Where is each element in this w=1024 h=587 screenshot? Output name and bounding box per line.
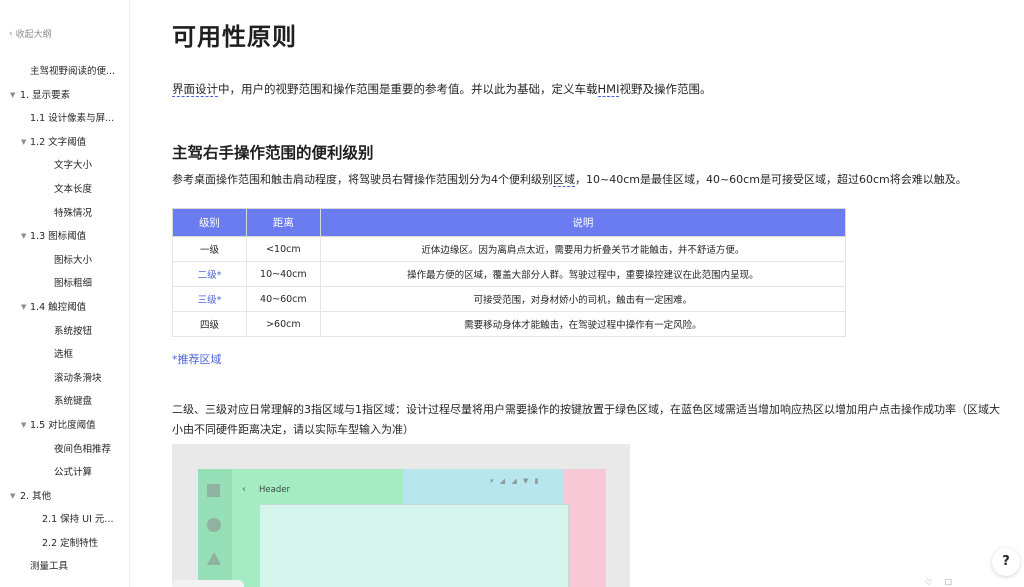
outline-item-label: 夜间色相推荐 bbox=[54, 443, 112, 455]
table-cell: 可接受范围，对身材娇小的司机，触击有一定困难。 bbox=[319, 286, 847, 312]
table-cell: 三级* bbox=[172, 286, 247, 312]
outline-item[interactable]: 测量工具 bbox=[0, 555, 129, 579]
table-cell: >60cm bbox=[245, 311, 321, 337]
caret-down-icon[interactable]: ▼ bbox=[21, 225, 26, 249]
zone-paragraph: 二级、三级对应日常理解的3指区域与1指区域：设计过程尽量将用户需要操作的按键放置… bbox=[172, 403, 1000, 436]
column-header: 距离 bbox=[245, 208, 321, 237]
outline-item-label: 2.1 保持 UI 元... bbox=[42, 514, 114, 526]
outline-item[interactable]: ▼ 2. 其他 bbox=[0, 485, 129, 509]
table-cell: 需要移动身体才能触击，在驾驶过程中操作有一定风险。 bbox=[319, 311, 847, 337]
intro-paragraph: 界面设计中，用户的视野范围和操作范围是重要的参考值。并以此为基础，定义车载HMI… bbox=[172, 82, 712, 97]
outline-item[interactable]: 文字大小 bbox=[0, 154, 129, 178]
outline-item-label: 系统按钮 bbox=[54, 325, 93, 337]
outline-item-label: 测量工具 bbox=[30, 561, 69, 573]
square-icon bbox=[207, 484, 220, 497]
table-cell: 40~60cm bbox=[245, 286, 321, 312]
table-cell: 操作最方便的区域，覆盖大部分人群。驾驶过程中，重要操控建议在此范围内呈现。 bbox=[319, 261, 847, 287]
caret-down-icon[interactable]: ▼ bbox=[21, 414, 26, 438]
table-cell: 一级 bbox=[172, 236, 247, 262]
recommended-note: *推荐区域 bbox=[172, 353, 222, 366]
outline-item[interactable]: ▼ 1.2 文字阈值 bbox=[0, 131, 129, 155]
table-cell: 四级 bbox=[172, 311, 247, 337]
outline-sidebar: ‹ 收起大纲 主驾视野阅读的便... ▼ 1. 显示要素 1.1 设计像素与屏... ▼… bbox=[0, 0, 130, 587]
outline-item-label: 1.4 触控阈值 bbox=[30, 301, 87, 313]
outline-item-label: 公式计算 bbox=[54, 467, 93, 479]
tag-pill[interactable] bbox=[172, 580, 244, 587]
outline-item-label: 图标大小 bbox=[54, 254, 93, 266]
stats-icons: ♡ ☐ bbox=[925, 578, 953, 587]
outline-item[interactable]: 1.1 设计像素与屏... bbox=[0, 107, 129, 131]
comment-highlight[interactable]: 区域 bbox=[553, 173, 575, 187]
outline-item-label: 1.2 文字阈值 bbox=[30, 136, 87, 148]
collapse-outline-button[interactable]: ‹ 收起大纲 bbox=[9, 27, 52, 41]
triangle-icon bbox=[207, 552, 221, 565]
outline-item[interactable]: 滚动条滑块 bbox=[0, 367, 129, 391]
outline-item-label: 系统键盘 bbox=[54, 396, 93, 408]
outline-item[interactable]: ▼ 1. 显示要素 bbox=[0, 84, 129, 108]
outline-item-label: 2.2 定制特性 bbox=[42, 537, 99, 549]
comment-highlight[interactable]: 界面设计 bbox=[172, 82, 218, 97]
table-cell: <10cm bbox=[245, 236, 321, 262]
convenience-level-table: 级别 距离 说明 一级 <10cm 近体边缘区。因为离肩点太近，需要用力折叠关节才能… bbox=[172, 208, 847, 337]
outline-list: 主驾视野阅读的便... ▼ 1. 显示要素 1.1 设计像素与屏... ▼ 1.2 文字阈… bbox=[0, 60, 129, 579]
collapse-outline-label: 收起大纲 bbox=[15, 30, 52, 40]
table-cell: 10~40cm bbox=[245, 261, 321, 287]
outline-item-label: 图标粗细 bbox=[54, 278, 93, 290]
outline-item-label: 特殊情况 bbox=[54, 207, 93, 219]
help-button[interactable]: ? bbox=[992, 548, 1020, 576]
table-header-row: 级别 距离 说明 bbox=[172, 208, 847, 237]
caret-down-icon[interactable]: ▼ bbox=[10, 485, 15, 509]
back-arrow-icon: ‹ bbox=[242, 484, 246, 495]
circle-icon bbox=[207, 518, 221, 532]
outline-item[interactable]: 2.1 保持 UI 元... bbox=[0, 508, 129, 532]
comment-highlight[interactable]: HMI bbox=[597, 82, 620, 97]
column-header: 说明 bbox=[319, 208, 847, 237]
outline-item[interactable]: 2.2 定制特性 bbox=[0, 532, 129, 556]
section-heading: 主驾右手操作范围的便利级别 bbox=[172, 144, 374, 162]
operation-zone-figure: ‹ Header ▾ ◢ ◢ ▼ ▮ bbox=[172, 444, 630, 587]
page-title: 可用性原则 bbox=[172, 23, 297, 51]
column-header: 级别 bbox=[172, 208, 247, 237]
figure-content-panel bbox=[259, 504, 569, 587]
caret-down-icon[interactable]: ▼ bbox=[10, 84, 15, 108]
outline-item[interactable]: 系统键盘 bbox=[0, 390, 129, 414]
figure-header-label: Header bbox=[259, 485, 290, 495]
outline-item[interactable]: ▼ 1.5 对比度阈值 bbox=[0, 414, 129, 438]
table-cell: 二级* bbox=[172, 261, 247, 287]
outline-item[interactable]: ▼ 1.4 触控阈值 bbox=[0, 296, 129, 320]
outline-item[interactable]: 选框 bbox=[0, 343, 129, 367]
table-row: 四级 >60cm 需要移动身体才能触击，在驾驶过程中操作有一定风险。 bbox=[172, 311, 847, 337]
table-cell: 近体边缘区。因为离肩点太近，需要用力折叠关节才能触击，并不舒适方便。 bbox=[319, 236, 847, 262]
table-row: 一级 <10cm 近体边缘区。因为离肩点太近，需要用力折叠关节才能触击，并不舒适方便… bbox=[172, 236, 847, 262]
outline-item-label: 1. 显示要素 bbox=[20, 89, 71, 101]
outline-item[interactable]: 图标粗细 bbox=[0, 272, 129, 296]
outline-item-label: 文本长度 bbox=[54, 183, 93, 195]
caret-down-icon[interactable]: ▼ bbox=[21, 296, 26, 320]
table-row: 二级* 10~40cm 操作最方便的区域，覆盖大部分人群。驾驶过程中，重要操控建议在… bbox=[172, 261, 847, 287]
outline-item-label: 主驾视野阅读的便... bbox=[30, 66, 116, 77]
chevron-left-icon: ‹ bbox=[9, 28, 13, 39]
outline-item[interactable]: 特殊情况 bbox=[0, 202, 129, 226]
outline-item[interactable]: 图标大小 bbox=[0, 249, 129, 273]
outline-item-label: 1.3 图标阈值 bbox=[30, 231, 87, 243]
outline-item[interactable]: 系统按钮 bbox=[0, 320, 129, 344]
section-paragraph: 参考桌面操作范围和触击肩动程度，将驾驶员右臂操作范围划分为4个便利级别区域，10… bbox=[172, 173, 967, 187]
outline-item[interactable]: 公式计算 bbox=[0, 461, 129, 485]
outline-item-label: 文字大小 bbox=[54, 160, 93, 172]
outline-item-label: 1.1 设计像素与屏... bbox=[30, 113, 115, 125]
outline-item[interactable]: 主驾视野阅读的便... bbox=[0, 60, 129, 84]
outline-item[interactable]: ▼ 1.3 图标阈值 bbox=[0, 225, 129, 249]
outline-item-label: 滚动条滑块 bbox=[54, 372, 102, 384]
table-row: 三级* 40~60cm 可接受范围，对身材娇小的司机，触击有一定困难。 bbox=[172, 286, 847, 312]
outline-item-label: 1.5 对比度阈值 bbox=[30, 419, 96, 431]
outline-item[interactable]: 夜间色相推荐 bbox=[0, 438, 129, 462]
outline-item-label: 2. 其他 bbox=[20, 490, 52, 502]
outline-item-label: 选框 bbox=[54, 349, 74, 361]
status-bar-icons: ▾ ◢ ◢ ▼ ▮ bbox=[490, 477, 541, 485]
outline-item[interactable]: 文本长度 bbox=[0, 178, 129, 202]
caret-down-icon[interactable]: ▼ bbox=[21, 131, 26, 155]
